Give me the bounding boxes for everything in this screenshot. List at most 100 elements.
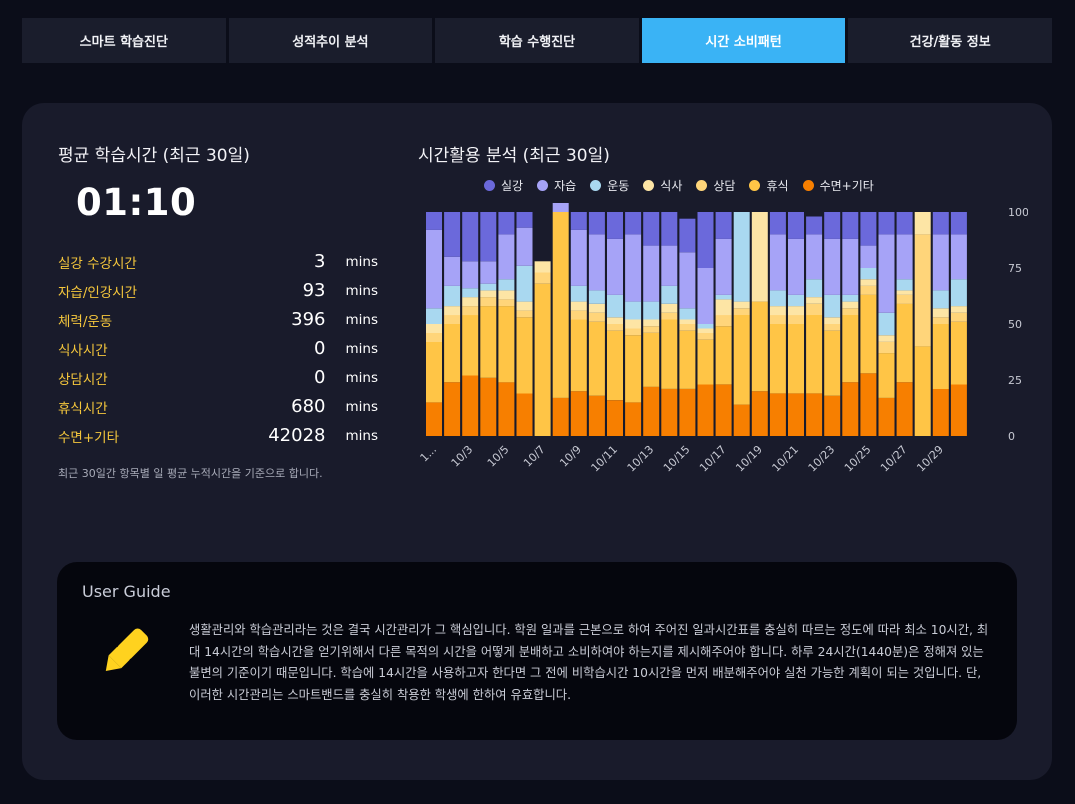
bar-segment[interactable] xyxy=(914,212,931,235)
bar-segment[interactable] xyxy=(679,389,696,436)
legend-item[interactable]: 상담 xyxy=(696,177,735,194)
bar-segment[interactable] xyxy=(552,397,569,436)
bar-segment[interactable] xyxy=(552,212,569,398)
bar-segment[interactable] xyxy=(444,256,461,286)
bar-segment[interactable] xyxy=(570,391,587,436)
bar-segment[interactable] xyxy=(697,384,714,437)
bar-segment[interactable] xyxy=(842,382,859,436)
bar-segment[interactable] xyxy=(516,265,533,302)
bar-segment[interactable] xyxy=(824,294,841,318)
bar-segment[interactable] xyxy=(516,317,533,394)
bar-segment[interactable] xyxy=(788,212,804,239)
bar-segment[interactable] xyxy=(824,395,841,436)
bar-segment[interactable] xyxy=(679,319,696,325)
bar-segment[interactable] xyxy=(697,328,714,334)
bar-segment[interactable] xyxy=(480,212,497,262)
bar-segment[interactable] xyxy=(769,324,786,394)
bar-segment[interactable] xyxy=(462,288,479,298)
bar-segment[interactable] xyxy=(643,326,660,333)
bar-segment[interactable] xyxy=(444,324,461,383)
bar-segment[interactable] xyxy=(824,212,841,239)
bar-segment[interactable] xyxy=(462,261,479,289)
bar-segment[interactable] xyxy=(697,333,714,340)
bar-segment[interactable] xyxy=(426,402,442,436)
bar-segment[interactable] xyxy=(914,346,931,436)
bar-segment[interactable] xyxy=(588,290,605,304)
bar-segment[interactable] xyxy=(733,404,750,436)
bar-segment[interactable] xyxy=(950,212,967,235)
bar-segment[interactable] xyxy=(950,234,967,280)
legend-item[interactable]: 자습 xyxy=(537,177,576,194)
bar-segment[interactable] xyxy=(788,294,804,307)
bar-segment[interactable] xyxy=(444,382,461,436)
bar-segment[interactable] xyxy=(588,212,605,235)
bar-segment[interactable] xyxy=(661,303,678,313)
bar-segment[interactable] xyxy=(498,234,515,280)
bar-segment[interactable] xyxy=(679,252,696,309)
bar-segment[interactable] xyxy=(480,297,497,307)
bar-segment[interactable] xyxy=(932,389,949,436)
bar-segment[interactable] xyxy=(625,301,642,320)
bar-segment[interactable] xyxy=(607,400,623,436)
bar-segment[interactable] xyxy=(860,285,877,295)
tab-health-activity[interactable]: 건강/활동 정보 xyxy=(848,18,1052,63)
bar-segment[interactable] xyxy=(607,294,623,318)
bar-segment[interactable] xyxy=(534,261,551,273)
bar-segment[interactable] xyxy=(860,212,877,246)
bar-segment[interactable] xyxy=(788,306,804,316)
bar-segment[interactable] xyxy=(769,234,786,291)
bar-segment[interactable] xyxy=(715,384,732,437)
tab-study-performance[interactable]: 학습 수행진단 xyxy=(435,18,639,63)
bar-segment[interactable] xyxy=(643,245,660,302)
bar-segment[interactable] xyxy=(516,301,533,311)
bar-segment[interactable] xyxy=(625,319,642,329)
bar-segment[interactable] xyxy=(588,303,605,313)
bar-segment[interactable] xyxy=(498,382,515,436)
bar-segment[interactable] xyxy=(806,216,823,235)
bar-segment[interactable] xyxy=(552,203,569,212)
legend-item[interactable]: 운동 xyxy=(590,177,629,194)
bar-segment[interactable] xyxy=(950,306,967,313)
bar-segment[interactable] xyxy=(643,333,660,387)
bar-segment[interactable] xyxy=(625,212,642,235)
bar-segment[interactable] xyxy=(643,386,660,436)
bar-segment[interactable] xyxy=(444,306,461,316)
bar-segment[interactable] xyxy=(607,330,623,401)
bar-segment[interactable] xyxy=(824,330,841,396)
bar-segment[interactable] xyxy=(878,353,895,398)
bar-segment[interactable] xyxy=(788,315,804,324)
bar-segment[interactable] xyxy=(570,301,587,311)
bar-segment[interactable] xyxy=(950,384,967,437)
bar-segment[interactable] xyxy=(932,212,949,235)
bar-segment[interactable] xyxy=(498,306,515,383)
bar-segment[interactable] xyxy=(426,324,442,333)
bar-segment[interactable] xyxy=(570,229,587,286)
bar-segment[interactable] xyxy=(824,324,841,331)
bar-segment[interactable] xyxy=(607,238,623,295)
bar-segment[interactable] xyxy=(588,321,605,396)
bar-segment[interactable] xyxy=(679,218,696,253)
bar-segment[interactable] xyxy=(426,229,442,309)
bar-segment[interactable] xyxy=(715,212,732,239)
bar-segment[interactable] xyxy=(715,294,732,300)
bar-segment[interactable] xyxy=(733,212,750,302)
bar-segment[interactable] xyxy=(697,212,714,268)
bar-segment[interactable] xyxy=(588,312,605,322)
bar-segment[interactable] xyxy=(806,234,823,280)
bar-segment[interactable] xyxy=(444,285,461,307)
bar-segment[interactable] xyxy=(498,279,515,291)
bar-segment[interactable] xyxy=(462,306,479,316)
bar-segment[interactable] xyxy=(625,335,642,403)
bar-segment[interactable] xyxy=(661,312,678,320)
bar-segment[interactable] xyxy=(480,377,497,436)
bar-segment[interactable] xyxy=(896,234,913,280)
bar-segment[interactable] xyxy=(842,301,859,309)
bar-segment[interactable] xyxy=(806,303,823,315)
bar-segment[interactable] xyxy=(842,212,859,239)
bar-segment[interactable] xyxy=(769,393,786,436)
bar-segment[interactable] xyxy=(661,245,678,286)
bar-segment[interactable] xyxy=(625,402,642,436)
tab-grade-trend[interactable]: 성적추이 분석 xyxy=(228,18,433,63)
bar-segment[interactable] xyxy=(643,301,660,320)
bar-segment[interactable] xyxy=(751,212,768,302)
